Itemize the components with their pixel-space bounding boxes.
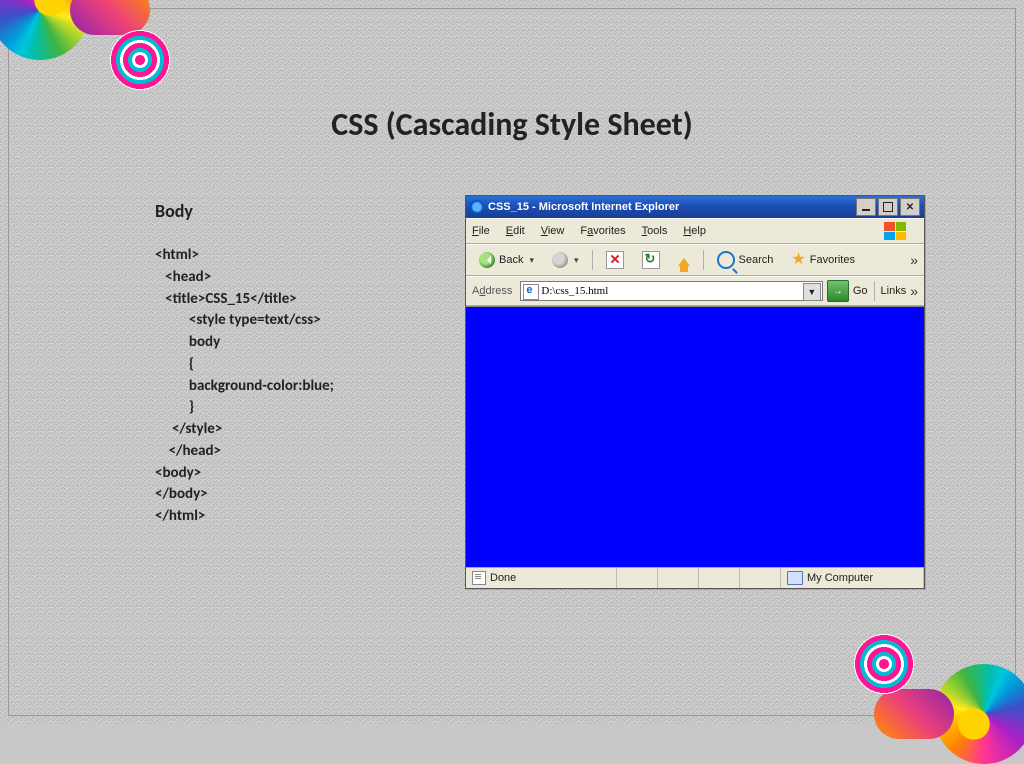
menu-favorites[interactable]: Favorites	[580, 225, 625, 237]
menu-bar: File Edit View Favorites Tools Help	[466, 218, 924, 244]
titlebar[interactable]: CSS_15 - Microsoft Internet Explorer	[466, 196, 924, 218]
status-cell	[699, 568, 740, 588]
status-done: Done	[466, 568, 617, 588]
stop-icon	[606, 251, 624, 269]
go-label: Go	[853, 285, 868, 297]
back-label: Back	[499, 254, 523, 266]
minimize-button[interactable]	[856, 198, 876, 216]
menu-tools[interactable]: Tools	[642, 225, 668, 237]
back-arrow-icon	[479, 252, 495, 268]
slide-title: CSS (Cascading Style Sheet)	[331, 105, 692, 144]
forward-button[interactable]	[545, 248, 586, 272]
stop-button[interactable]	[599, 248, 631, 272]
address-input[interactable]	[520, 281, 822, 301]
status-cell	[740, 568, 781, 588]
decoration-top-left	[0, 0, 180, 80]
back-button[interactable]: Back	[472, 248, 541, 272]
window-title: CSS_15 - Microsoft Internet Explorer	[488, 201, 679, 213]
status-cell	[617, 568, 658, 588]
computer-icon	[787, 571, 803, 585]
home-button[interactable]	[671, 248, 697, 272]
page-viewport	[466, 306, 924, 567]
document-icon	[472, 571, 486, 585]
address-bar: Address ▼ → Go Links »	[466, 276, 924, 306]
close-button[interactable]	[900, 198, 920, 216]
address-dropdown-icon[interactable]: ▼	[803, 283, 821, 301]
links-chevron-icon[interactable]: »	[910, 283, 918, 299]
search-icon	[717, 251, 735, 269]
menu-edit[interactable]: Edit	[506, 225, 525, 237]
favorites-label: Favorites	[810, 254, 855, 266]
maximize-button[interactable]	[878, 198, 898, 216]
chevron-down-icon	[572, 254, 579, 266]
code-block: <html> <head> <title>CSS_15</title> <sty…	[155, 245, 455, 528]
decoration-bottom-right	[844, 644, 1024, 754]
links-label[interactable]: Links	[881, 285, 907, 297]
address-label: Address	[472, 285, 512, 297]
refresh-button[interactable]	[635, 248, 667, 272]
toolbar-overflow-chevron[interactable]: »	[910, 252, 918, 268]
menu-file[interactable]: File	[472, 225, 490, 237]
search-button[interactable]: Search	[710, 248, 781, 272]
favorites-button[interactable]: ★ Favorites	[784, 248, 862, 272]
refresh-icon	[642, 251, 660, 269]
browser-window: CSS_15 - Microsoft Internet Explorer Fil…	[465, 195, 925, 589]
chevron-down-icon	[527, 254, 534, 266]
menu-view[interactable]: View	[541, 225, 565, 237]
home-icon	[678, 252, 690, 266]
page-icon	[523, 284, 539, 300]
zone-text: My Computer	[807, 572, 873, 584]
toolbar: Back Search ★ Favorites »	[466, 244, 924, 276]
go-button[interactable]: →	[827, 280, 849, 302]
ie-icon	[470, 200, 484, 214]
search-label: Search	[739, 254, 774, 266]
star-icon: ★	[791, 252, 805, 268]
section-heading: Body	[155, 200, 193, 222]
windows-logo-icon	[884, 222, 906, 240]
forward-arrow-icon	[552, 252, 568, 268]
status-bar: Done My Computer	[466, 567, 924, 588]
status-text: Done	[490, 572, 516, 584]
status-cell	[658, 568, 699, 588]
status-zone: My Computer	[781, 568, 924, 588]
menu-help[interactable]: Help	[683, 225, 706, 237]
